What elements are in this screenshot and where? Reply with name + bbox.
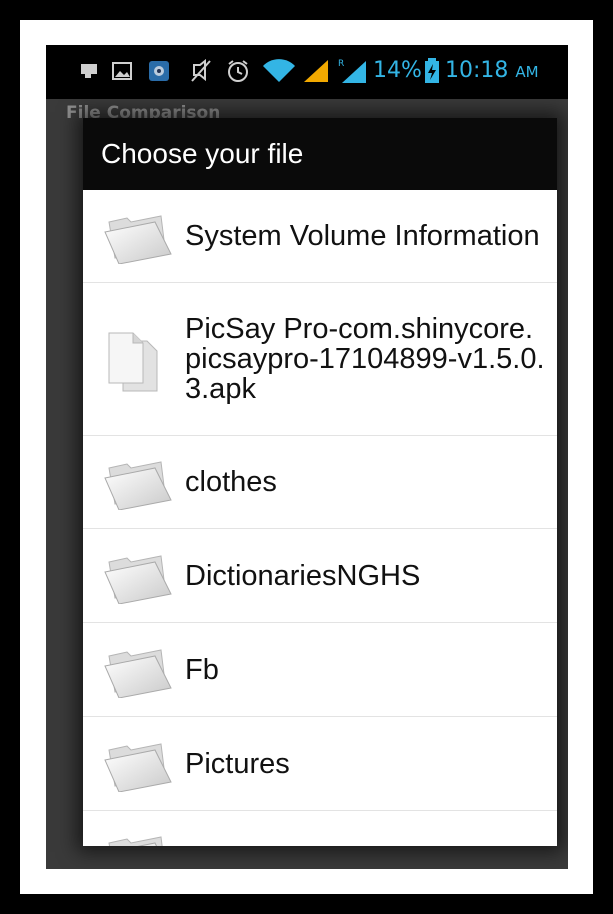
signal-icon [302,57,330,85]
battery-charging-icon [424,57,440,85]
list-item[interactable]: System Volume Information [83,190,557,283]
svg-text:R: R [338,59,344,69]
list-item[interactable] [83,811,557,846]
alarm-icon [226,57,250,85]
dialog-title: Choose your file [83,118,557,190]
roaming-signal-icon: R [336,57,368,85]
file-name: PicSay Pro-com.shinycore.picsaypro-17104… [185,313,545,405]
list-item[interactable]: DictionariesNGHS [83,529,557,623]
list-item[interactable]: Fb [83,623,557,717]
file-name: clothes [185,466,277,498]
file-name: System Volume Information [185,220,540,252]
folder-icon [103,642,175,699]
image-icon [112,57,134,85]
file-name: Pictures [185,747,290,780]
battery-percent: 14% [373,58,422,83]
list-item[interactable]: clothes [83,436,557,529]
clock: 10:18 AM [445,58,539,83]
file-name: Fb [185,653,219,686]
file-list[interactable]: System Volume Information PicSay Pro-com… [83,190,557,846]
list-item[interactable]: PicSay Pro-com.shinycore.picsaypro-17104… [83,283,557,436]
app-icon [148,57,170,85]
folder-icon [103,208,175,265]
status-bar: R 14% 10:18 AM [46,45,568,99]
folder-icon [103,736,175,793]
folder-icon [103,829,175,846]
mute-icon [190,57,212,85]
file-name: DictionariesNGHS [185,559,421,592]
folder-icon [103,454,175,511]
file-icon [103,331,175,392]
folder-icon [103,548,175,605]
phone-screen: R 14% 10:18 AM File Comparison Choose yo… [46,45,568,869]
list-item[interactable]: Pictures [83,717,557,811]
wifi-icon [262,57,296,85]
choose-file-dialog: Choose your file System Volume Informati… [83,118,557,846]
notification-icon [80,57,100,85]
